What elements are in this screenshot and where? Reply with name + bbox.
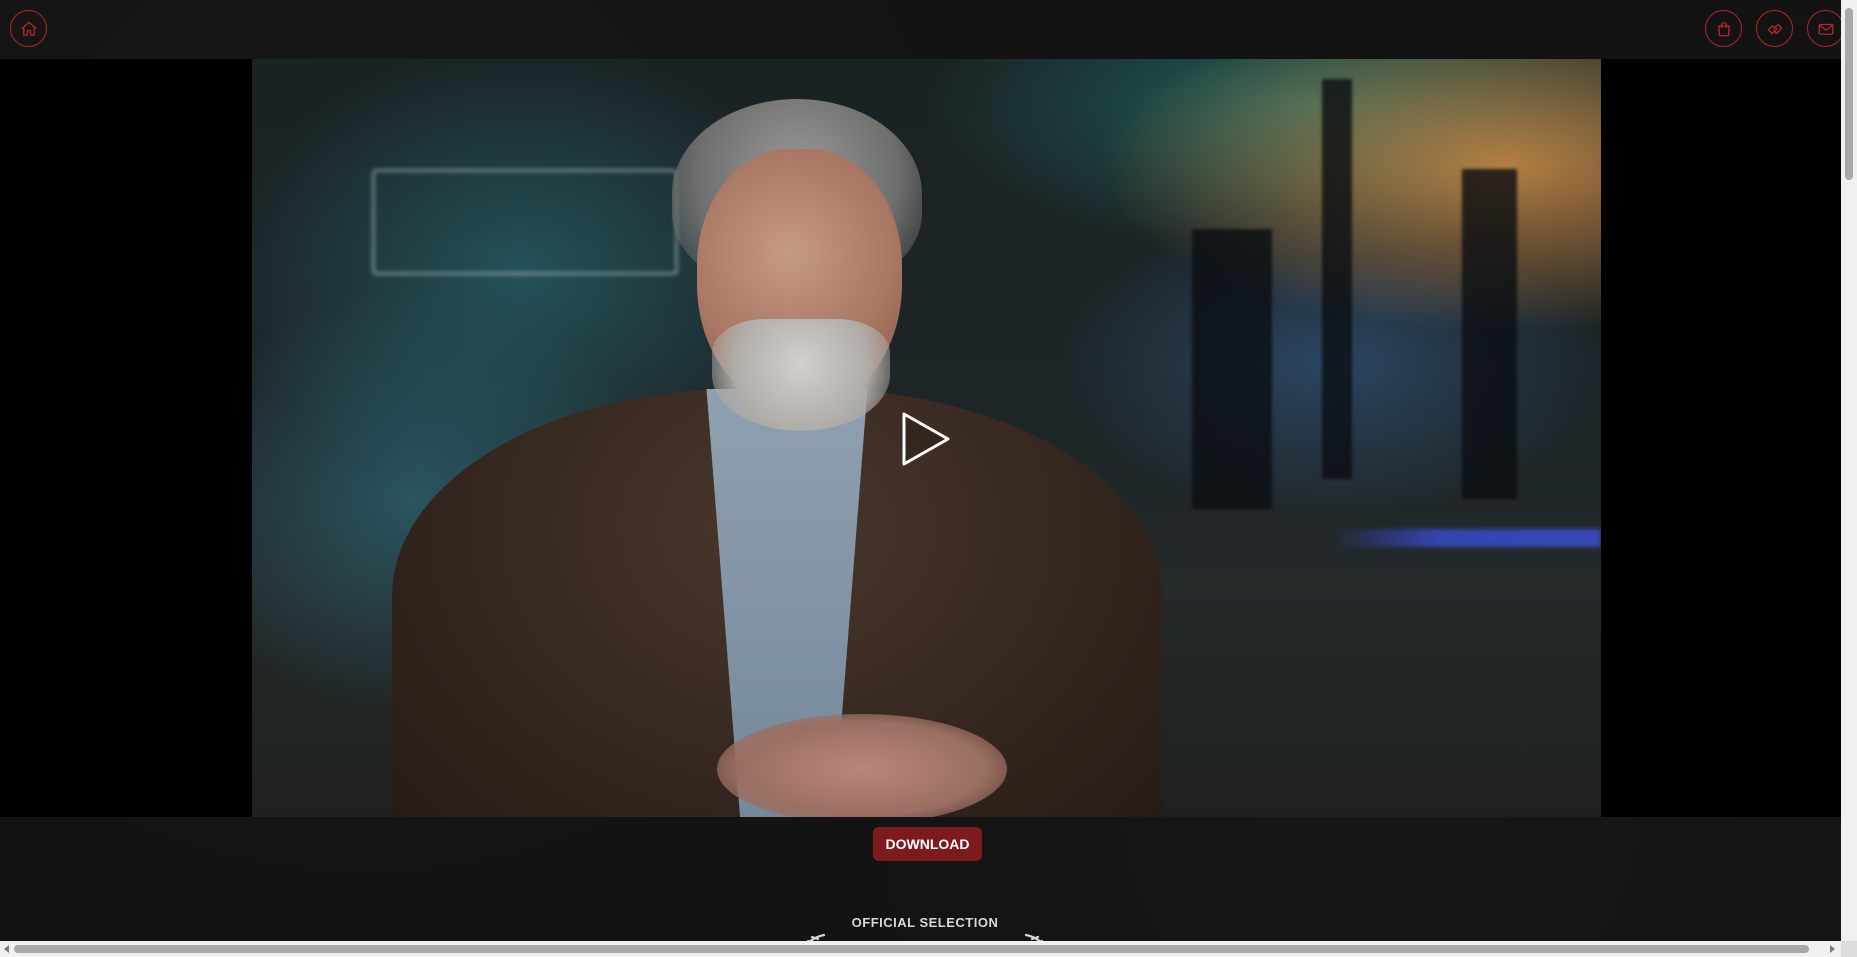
video-player[interactable] [252,59,1601,817]
shopping-bag-icon [1717,21,1730,36]
laurel-leaf-right-icon [1024,933,1044,941]
person-beard [712,319,890,431]
background-building [1192,229,1272,509]
play-button[interactable] [900,411,952,467]
background-sign [372,169,678,275]
official-selection-laurel: OFFICIAL SELECTION [790,915,1060,941]
partners-button[interactable] [1756,10,1793,47]
background-building [1322,79,1352,479]
mail-icon [1818,23,1833,35]
shop-button[interactable] [1705,10,1742,47]
background-building [1462,169,1517,499]
video-section [0,59,1841,817]
home-button[interactable] [10,10,47,47]
person-hands [717,714,1007,817]
download-button[interactable]: DOWNLOAD [873,827,982,861]
home-icon [21,21,36,36]
scroll-right-arrow-icon[interactable] [1830,945,1835,953]
page: DOWNLOAD OFFICIAL SELECTION [0,0,1841,941]
play-icon [902,412,950,466]
scrollbar-corner [1841,941,1857,957]
background-light-strip [1332,529,1601,547]
laurel-leaf-left-icon [806,933,826,941]
horizontal-scrollbar[interactable] [0,941,1841,957]
contact-button[interactable] [1807,10,1841,47]
handshake-icon [1767,23,1782,34]
horizontal-scrollbar-thumb[interactable] [14,945,1809,953]
laurel-text: OFFICIAL SELECTION [851,915,999,930]
vertical-scrollbar[interactable] [1841,0,1857,941]
vertical-scrollbar-thumb[interactable] [1845,8,1853,180]
scroll-left-arrow-icon[interactable] [4,945,9,953]
top-navigation [0,0,1841,59]
